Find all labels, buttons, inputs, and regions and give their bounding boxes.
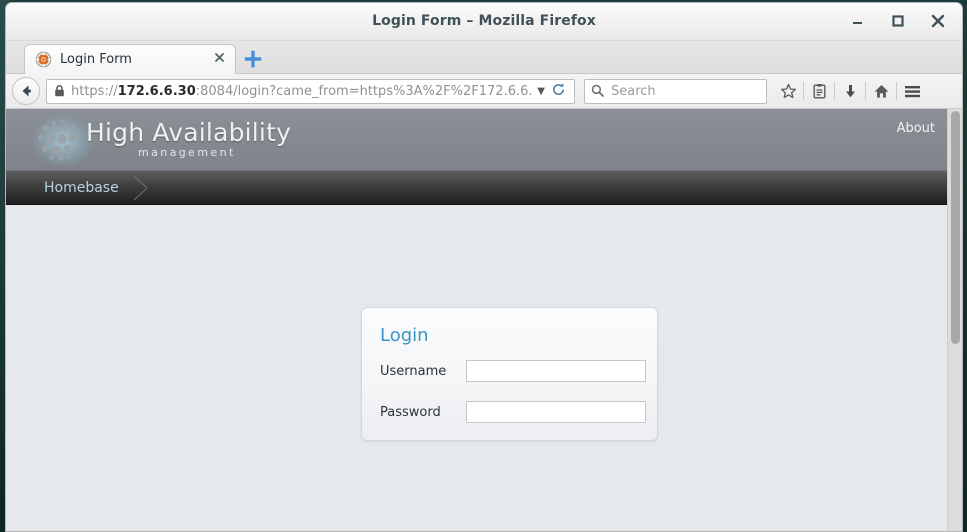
tab-close-icon[interactable] (211, 52, 227, 68)
url-bar[interactable]: https://172.6.6.30:8084/login?came_from=… (46, 78, 575, 104)
new-tab-button[interactable] (244, 50, 262, 68)
search-icon (591, 82, 604, 101)
lock-icon (54, 82, 65, 101)
home-icon[interactable] (866, 77, 896, 105)
minimize-button[interactable] (848, 11, 868, 31)
username-input[interactable] (466, 360, 646, 382)
hamburger-menu-icon[interactable] (897, 77, 927, 105)
username-row: Username (380, 360, 646, 382)
page-viewport: High Availability management About Homeb… (6, 109, 962, 531)
bookmark-star-icon[interactable] (773, 77, 803, 105)
username-label: Username (380, 363, 447, 379)
search-input[interactable]: Search (584, 78, 767, 104)
maximize-button[interactable] (888, 11, 908, 31)
chevron-right-icon (128, 175, 154, 201)
downloads-icon[interactable] (835, 77, 865, 105)
password-label: Password (380, 404, 441, 420)
close-button[interactable] (928, 11, 948, 31)
url-text: https://172.6.6.30:8084/login?came_from=… (71, 83, 532, 99)
nav-tab-homebase[interactable]: Homebase (28, 171, 135, 205)
browser-tab-login-form[interactable]: Login Form (24, 44, 236, 74)
tab-title: Login Form (60, 52, 132, 67)
app-header: High Availability management About (6, 109, 947, 171)
browser-toolbar: https://172.6.6.30:8084/login?came_from=… (6, 74, 962, 109)
app-navigation-bar: Homebase (6, 171, 947, 205)
scrollbar-thumb[interactable] (951, 111, 960, 344)
reader-list-icon[interactable] (804, 77, 834, 105)
back-button[interactable] (12, 77, 40, 105)
window-controls (848, 11, 948, 31)
brand-subtitle: management (138, 146, 236, 159)
nav-tab-label: Homebase (44, 180, 119, 196)
url-dropdown-icon[interactable]: ▼ (537, 86, 545, 97)
window-titlebar: Login Form – Mozilla Firefox (6, 3, 962, 41)
password-input[interactable] (466, 401, 646, 423)
brand-title: High Availability (86, 118, 292, 147)
toolbar-icon-group (773, 77, 927, 105)
search-placeholder: Search (611, 83, 656, 99)
about-link[interactable]: About (897, 121, 935, 136)
firefox-window: Login Form – Mozilla Firefox Login Form … (5, 2, 963, 532)
web-page: High Availability management About Homeb… (6, 109, 947, 531)
login-heading: Login (380, 325, 429, 346)
password-row: Password (380, 401, 646, 423)
ha-logo-icon (32, 115, 94, 167)
page-scrollbar[interactable] (947, 109, 962, 531)
window-title: Login Form – Mozilla Firefox (372, 13, 596, 29)
gear-icon (35, 51, 52, 68)
tab-strip: Login Form (6, 41, 962, 74)
login-card: Login Username Password (361, 307, 658, 441)
reload-icon[interactable] (551, 82, 566, 101)
